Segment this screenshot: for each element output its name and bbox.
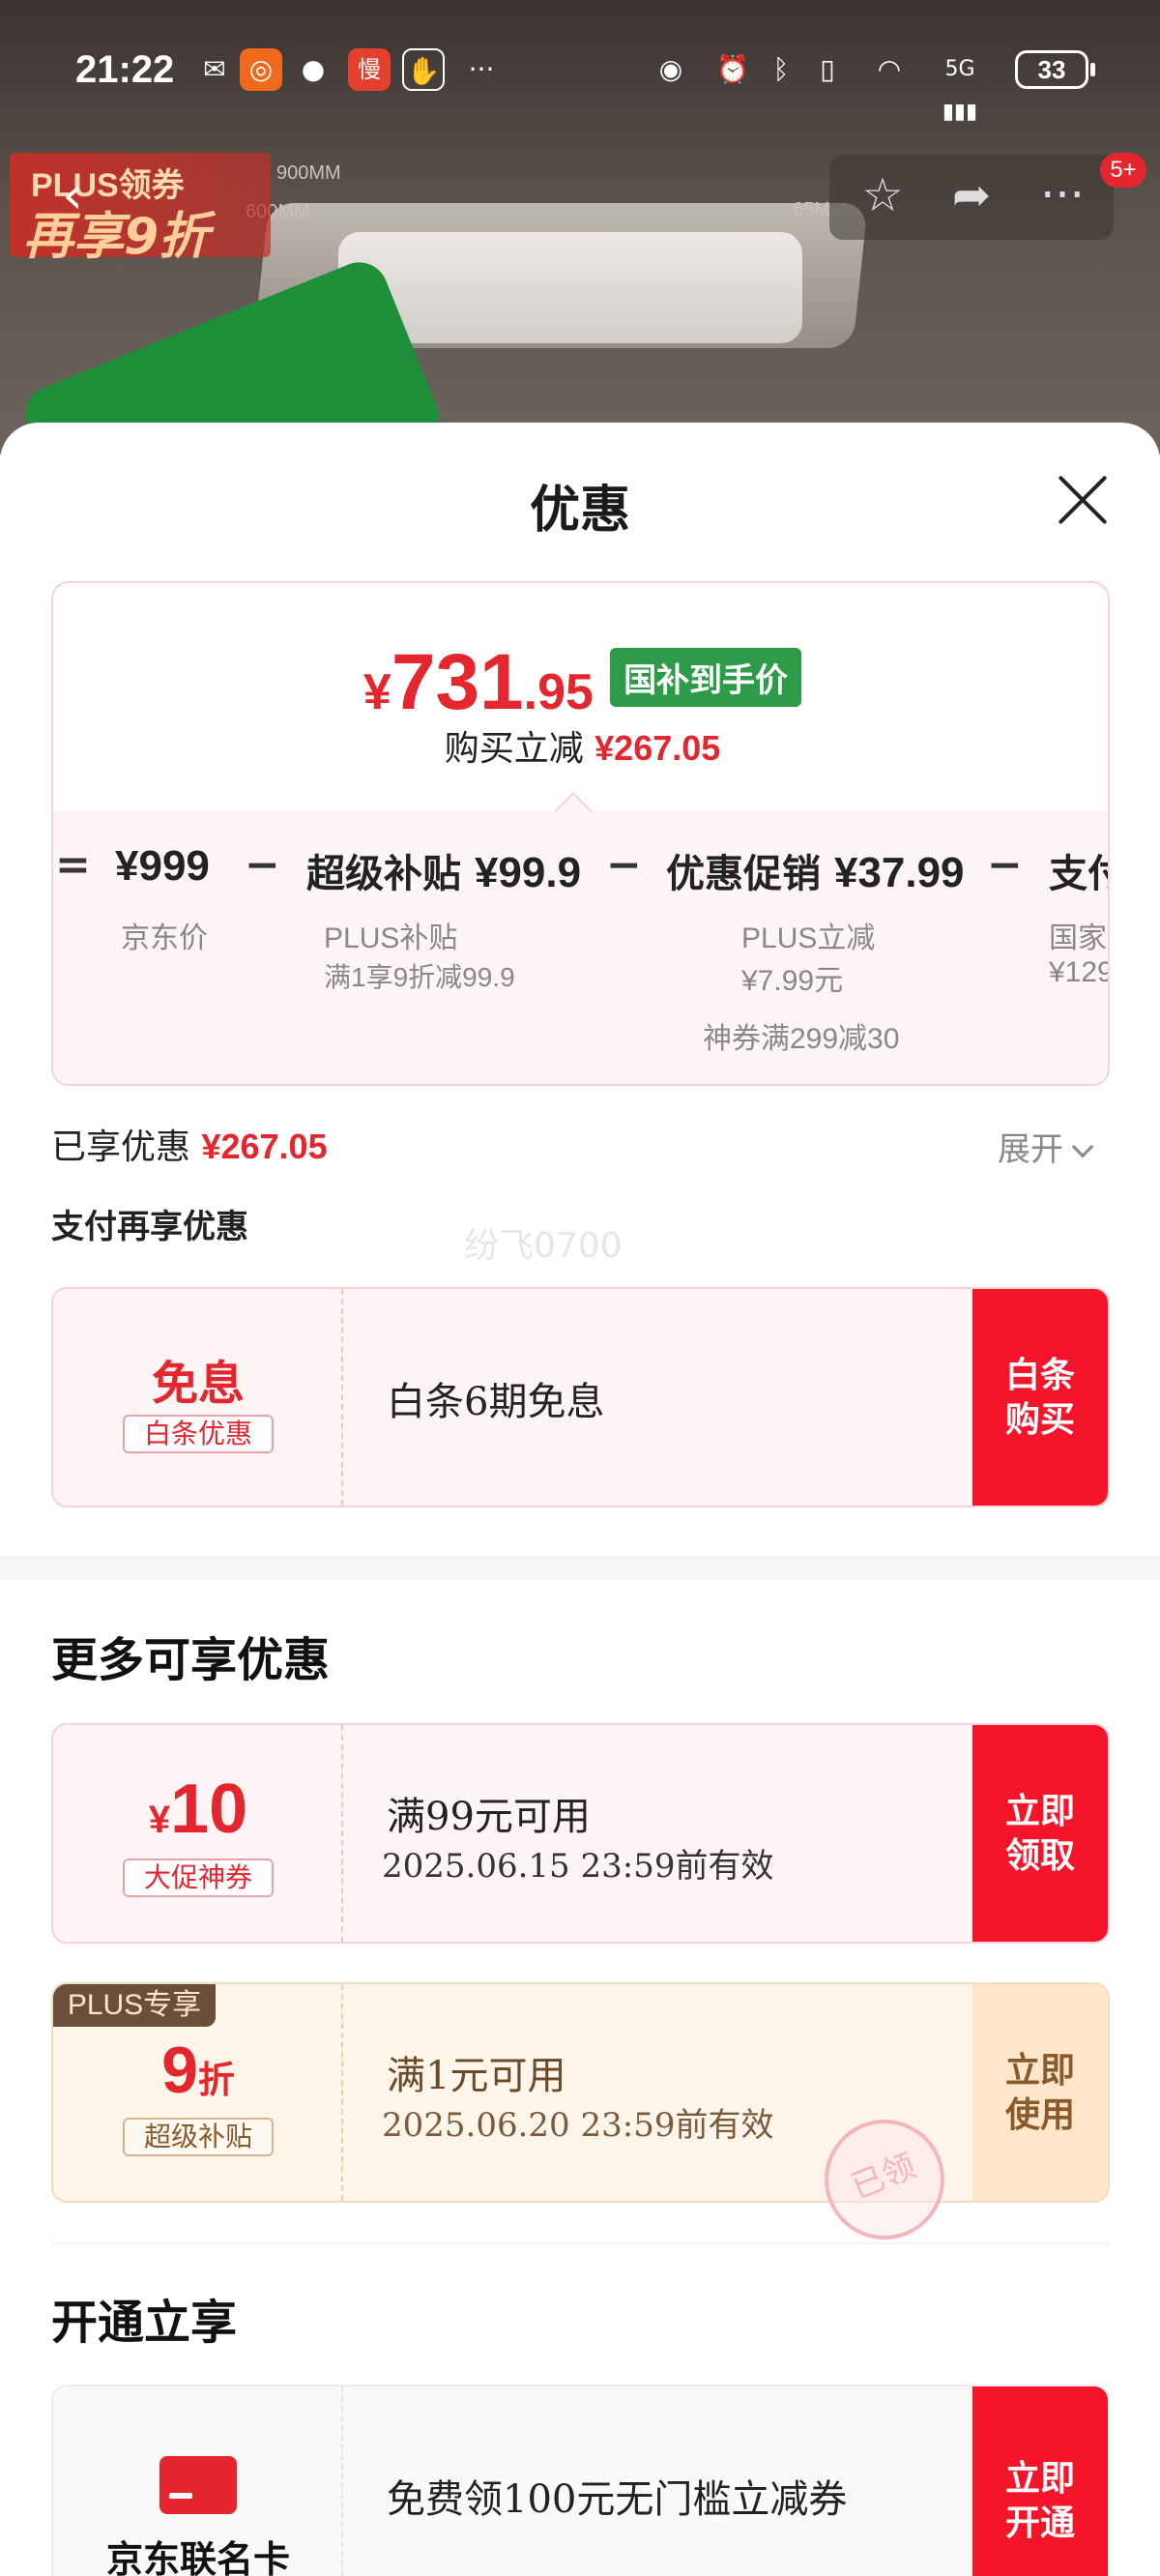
jd-card-offer[interactable]: 京东联名卡 免费领100元无门槛立减券 立即 开通	[51, 2385, 1110, 2576]
coupon-left: 免息 白条优惠	[53, 1289, 343, 1506]
reduction-amount: ¥267.05	[594, 728, 721, 768]
breakdown-sub: 京东价	[121, 922, 208, 954]
coupon-tag: 白条优惠	[123, 1415, 274, 1453]
favorite-star-icon[interactable]: ☆	[849, 168, 916, 226]
breakdown-sub: PLUS立减	[741, 922, 876, 954]
price-summary-card: ¥731.95 国补到手价 购买立减 ¥267.05 = ¥999 京东价 − …	[51, 581, 1110, 1086]
breakdown-sub: 满1享9折减99.9	[324, 962, 515, 992]
section-divider	[51, 2242, 1110, 2244]
status-bar: 21:22 ✉ ◎ ● 慢 ✋ ··· ◉ ⏰ ᛒ ▯ ◠ 5G ▮▮▮ 33	[0, 39, 1160, 124]
cellular-signal-icon: 5G ▮▮▮	[942, 57, 978, 124]
national-subsidy-tag: 国补到手价	[610, 647, 802, 707]
coupon-validity: 2025.06.15 23:59前有效	[382, 1847, 774, 1886]
watermark: 纷飞0700	[464, 1226, 623, 1266]
more-discounts-title: 更多可享优惠	[51, 1633, 331, 1687]
coupon-discount: 9折	[161, 2034, 235, 2107]
vibrate-icon: ▯	[820, 53, 835, 85]
enjoyed-amount: ¥267.05	[201, 1127, 328, 1166]
jd-card-title: 免费领100元无门槛立减券	[387, 2477, 848, 2522]
breakdown-item: 优惠促销 ¥37.99	[666, 849, 965, 896]
close-icon[interactable]	[1054, 471, 1112, 529]
purchase-reduction: 购买立减 ¥267.05	[444, 728, 721, 769]
breakdown-sub: 神券满299减30	[703, 1023, 900, 1055]
expand-button[interactable]: 展开	[998, 1123, 1094, 1170]
final-price-value: ¥731.95	[362, 638, 594, 726]
status-time: 21:22	[75, 48, 175, 91]
coupon-left: PLUS专享 9折 超级补贴	[53, 1984, 343, 2201]
dimension-label: 900MM	[276, 162, 341, 184]
coupon-validity: 2025.06.20 23:59前有效	[382, 2106, 774, 2145]
breakdown-sub: ¥7.99元	[741, 965, 844, 997]
baitiao-coupon[interactable]: 免息 白条优惠 白条6期免息 白条 购买	[51, 1287, 1110, 1508]
coupon-title: 满99元可用	[387, 1795, 591, 1839]
coupon-title: 白条6期免息	[387, 1380, 605, 1424]
share-icon[interactable]: ➦	[938, 168, 1005, 226]
notification-icon: ✉	[203, 53, 226, 85]
discount-sheet: 优惠 ¥731.95 国补到手价 购买立减 ¥267.05 = ¥999 京东价…	[0, 423, 1160, 2576]
breakdown-sub: 国家	[1049, 922, 1107, 954]
breakdown-operator: −	[606, 840, 642, 890]
more-notifications-icon: ···	[468, 53, 495, 85]
wifi-icon: ◠	[877, 53, 902, 85]
coupon-amount: ¥10	[148, 1771, 248, 1848]
app-notification-icon: 慢	[348, 48, 391, 91]
breakdown-sub: ¥129	[1049, 956, 1110, 988]
coupon-left: 京东联名卡	[53, 2386, 343, 2576]
alarm-icon: ⏰	[715, 53, 750, 85]
nav-actions: ☆ ➦ ···	[829, 155, 1114, 240]
enjoyed-discount: 已享优惠 ¥267.05	[51, 1127, 328, 1167]
claim-coupon-button[interactable]: 立即 领取	[972, 1725, 1108, 1942]
coupon-tag: 大促神券	[123, 1859, 274, 1897]
credit-card-icon	[160, 2456, 237, 2514]
bluetooth-icon: ᛒ	[772, 53, 790, 85]
breakdown-item: 支付	[1049, 851, 1108, 896]
section-divider	[0, 1556, 1160, 1579]
coupon-title: 满1元可用	[387, 2054, 566, 2098]
gesture-icon: ✋	[402, 48, 445, 91]
final-price: ¥731.95 国补到手价	[53, 637, 1108, 728]
eye-icon: ◉	[658, 53, 683, 85]
breakdown-operator: −	[987, 840, 1023, 890]
battery-icon: 33	[1015, 50, 1095, 89]
jd-card-name: 京东联名卡	[105, 2537, 290, 2576]
coupon-tag: 超级补贴	[123, 2118, 274, 2156]
plus-exclusive-label: PLUS专享	[53, 1984, 216, 2027]
app-notification-icon: ◎	[240, 48, 282, 91]
breakdown-operator: =	[55, 840, 91, 890]
sheet-title: 优惠	[529, 481, 630, 540]
open-now-title: 开通立享	[51, 2296, 238, 2350]
breakdown-item: 超级补贴 ¥99.9	[306, 849, 582, 896]
wechat-icon: ●	[301, 53, 326, 85]
coupon-left: ¥10 大促神券	[53, 1725, 343, 1942]
pay-discount-title: 支付再享优惠	[51, 1208, 248, 1246]
use-coupon-button[interactable]: 立即 使用	[972, 1984, 1108, 2201]
coupon-card[interactable]: ¥10 大促神券 满99元可用 2025.06.15 23:59前有效 立即 领取	[51, 1723, 1110, 1944]
lamp-image-inner	[338, 232, 802, 343]
back-icon[interactable]: ‹	[39, 164, 106, 232]
dimension-label: 65M	[793, 199, 830, 220]
chevron-down-icon	[1071, 1135, 1094, 1158]
coupon-highlight: 免息	[151, 1357, 245, 1411]
price-breakdown[interactable]: = ¥999 京东价 − 超级补贴 ¥99.9 PLUS补贴 满1享9折减99.…	[53, 811, 1110, 1084]
breakdown-sub: PLUS补贴	[324, 922, 458, 954]
baitiao-buy-button[interactable]: 白条 购买	[972, 1289, 1108, 1506]
plus-coupon-card[interactable]: PLUS专享 9折 超级补贴 满1元可用 2025.06.20 23:59前有效…	[51, 1982, 1110, 2203]
message-badge: 5+	[1100, 153, 1146, 188]
breakdown-item: ¥999	[115, 842, 210, 890]
breakdown-operator: −	[245, 840, 280, 890]
more-icon[interactable]: ···	[1029, 168, 1096, 226]
open-card-button[interactable]: 立即 开通	[972, 2386, 1108, 2576]
